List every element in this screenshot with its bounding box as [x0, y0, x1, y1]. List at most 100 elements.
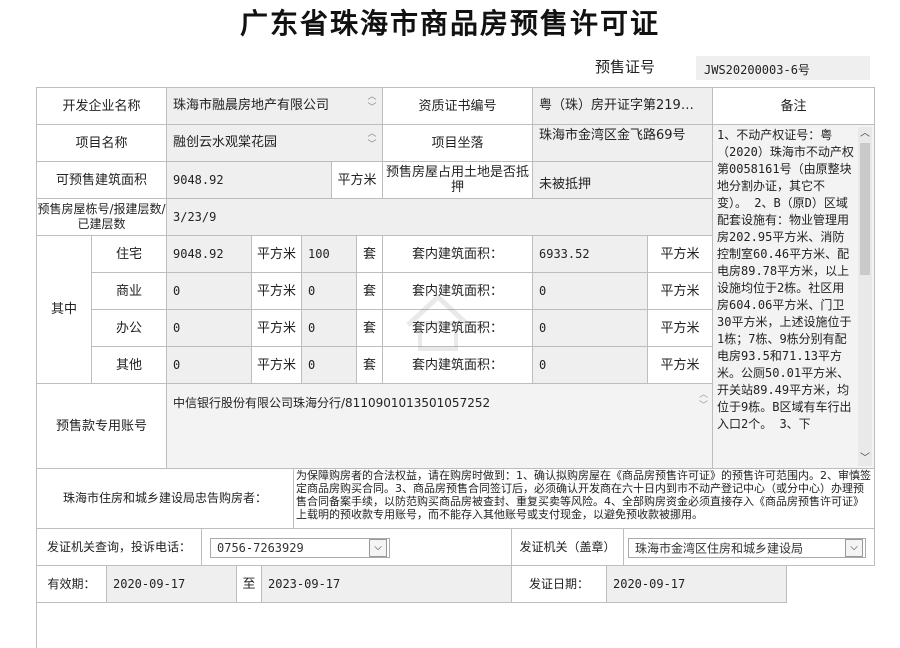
type-sets-field[interactable]: 0 [302, 310, 357, 347]
area-unit: 平方米 [332, 162, 383, 199]
location-label: 项目坐落 [383, 125, 533, 162]
issue-date-field[interactable]: 2020-09-17 [607, 566, 787, 603]
scroll-thumb[interactable] [860, 143, 870, 275]
type-area-value: 0 [173, 358, 181, 372]
query-label: 发证机关查询，投诉电话： [37, 529, 202, 566]
remark-scrollbar[interactable]: ︿ ﹀ [858, 127, 872, 466]
notice-box: 为保障购房者的合法权益，请在购房时做到：1、确认拟购房屋在《商品房预售许可证》的… [294, 469, 875, 529]
project-field[interactable]: 融创云水观棠花园 ︿ ﹀ [167, 125, 383, 162]
inner-area-field[interactable]: 6933.52 [533, 236, 648, 273]
type-sets-unit: 套 [357, 273, 383, 310]
type-sets-unit: 套 [357, 236, 383, 273]
type-label: 住宅 [92, 236, 167, 273]
type-area-field[interactable]: 0 [167, 273, 252, 310]
type-area-value: 9048.92 [173, 247, 224, 261]
developer-value: 珠海市融晨房地产有限公司 [173, 98, 330, 113]
type-area-unit: 平方米 [252, 310, 302, 347]
scroll-up-icon[interactable]: ︿ [858, 127, 872, 141]
cert-field[interactable]: 粤（珠）房开证字第219… [533, 88, 713, 125]
developer-field[interactable]: 珠海市融晨房地产有限公司 ︿ ﹀ [167, 88, 383, 125]
type-label: 商业 [92, 273, 167, 310]
type-sets-field[interactable]: 0 [302, 273, 357, 310]
type-sets-value: 0 [308, 321, 316, 335]
inner-area-field[interactable]: 0 [533, 347, 648, 384]
type-sets-field[interactable]: 100 [302, 236, 357, 273]
cert-value: 粤（珠）房开证字第219… [539, 98, 694, 113]
inner-area-unit: 平方米 [648, 236, 713, 273]
inner-area-value: 0 [539, 321, 547, 335]
issue-date-value: 2020-09-17 [613, 577, 686, 591]
type-label: 其他 [92, 347, 167, 384]
chevron-down-icon[interactable]: ⌵ [845, 539, 863, 557]
type-area-unit: 平方米 [252, 236, 302, 273]
area-field[interactable]: 9048.92 [167, 162, 332, 199]
remark-label: 备注 [713, 88, 875, 125]
inner-area-field[interactable]: 0 [533, 273, 648, 310]
issuer-label: 发证机关（盖章） [512, 529, 624, 566]
type-sets-value: 0 [308, 358, 316, 372]
type-sets-unit: 套 [357, 310, 383, 347]
inner-area-field[interactable]: 0 [533, 310, 648, 347]
type-area-value: 0 [173, 321, 181, 335]
type-label: 办公 [92, 310, 167, 347]
location-value: 珠海市金湾区金飞路69号 [539, 128, 686, 143]
issuer-cell: 珠海市金湾区住房和城乡建设局 ⌵ [624, 529, 875, 566]
inner-area-label: 套内建筑面积： [383, 236, 533, 273]
floors-field[interactable]: 3/23/9 [167, 199, 713, 236]
page-title: 广东省珠海市商品房预售许可证 [239, 7, 660, 40]
valid-from-value: 2020-09-17 [113, 577, 186, 591]
valid-to-value: 2023-09-17 [268, 577, 341, 591]
field-scroll-icon[interactable]: ︿ ﹀ [699, 390, 708, 412]
permit-label: 预售证号 [595, 58, 656, 76]
valid-from-field[interactable]: 2020-09-17 [107, 566, 237, 603]
query-cell: 0756-7263929 ⌵ [202, 529, 512, 566]
account-label: 预售款专用账号 [37, 384, 167, 469]
valid-from-label: 有效期： [37, 566, 107, 603]
issuer-value: 珠海市金湾区住房和城乡建设局 [635, 541, 804, 556]
area-value: 9048.92 [173, 173, 224, 187]
type-area-unit: 平方米 [252, 273, 302, 310]
permit-number-value: JWS20200003-6号 [704, 63, 810, 77]
query-select[interactable]: 0756-7263929 ⌵ [210, 538, 390, 558]
account-field[interactable]: 中信银行股份有限公司珠海分行/8110901013501057252 ︿ ﹀ [167, 384, 713, 469]
inner-area-value: 0 [539, 358, 547, 372]
permit-number-field[interactable]: JWS20200003-6号 [696, 56, 870, 80]
developer-label: 开发企业名称 [37, 88, 167, 125]
type-sets-field[interactable]: 0 [302, 347, 357, 384]
inner-area-value: 6933.52 [539, 247, 590, 261]
issue-date-label: 发证日期： [512, 566, 607, 603]
scroll-down-icon[interactable]: ﹀ [858, 452, 872, 466]
inner-area-value: 0 [539, 284, 547, 298]
watermark-logo-icon [406, 293, 470, 351]
chevron-down-icon[interactable]: ⌵ [369, 539, 387, 557]
breakdown-group-label: 其中 [37, 236, 92, 384]
remark-text: 1、不动产权证号：粤（2020）珠海市不动产权第0058161号（由原整块地分割… [717, 128, 854, 431]
type-area-field[interactable]: 0 [167, 310, 252, 347]
remark-textarea[interactable]: 1、不动产权证号：粤（2020）珠海市不动产权第0058161号（由原整块地分割… [713, 125, 875, 469]
mortgage-label: 预售房屋占用土地是否抵押 [383, 162, 533, 199]
type-sets-unit: 套 [357, 347, 383, 384]
query-value: 0756-7263929 [217, 541, 304, 555]
type-area-value: 0 [173, 284, 181, 298]
project-label: 项目名称 [37, 125, 167, 162]
location-field[interactable]: 珠海市金湾区金飞路69号 [533, 125, 713, 162]
field-scroll-icon[interactable]: ︿ ﹀ [366, 129, 378, 159]
type-area-field[interactable]: 0 [167, 347, 252, 384]
type-sets-value: 0 [308, 284, 316, 298]
type-area-unit: 平方米 [252, 347, 302, 384]
valid-to-label: 至 [237, 566, 262, 603]
mortgage-field[interactable]: 未被抵押 [533, 162, 713, 199]
type-area-field[interactable]: 9048.92 [167, 236, 252, 273]
floors-value: 3/23/9 [173, 210, 217, 224]
type-sets-value: 100 [308, 247, 330, 261]
permit-form: 开发企业名称 珠海市融晨房地产有限公司 ︿ ﹀ 资质证书编号 粤（珠）房开证字第2… [36, 87, 875, 648]
mortgage-value: 未被抵押 [539, 177, 592, 192]
inner-area-unit: 平方米 [648, 273, 713, 310]
inner-area-unit: 平方米 [648, 347, 713, 384]
field-scroll-icon[interactable]: ︿ ﹀ [366, 92, 378, 122]
issuer-select[interactable]: 珠海市金湾区住房和城乡建设局 ⌵ [628, 538, 866, 558]
inner-area-unit: 平方米 [648, 310, 713, 347]
cert-label: 资质证书编号 [383, 88, 533, 125]
valid-to-field[interactable]: 2023-09-17 [262, 566, 512, 603]
notice-text: 为保障购房者的合法权益，请在购房时做到：1、确认拟购房屋在《商品房预售许可证》的… [296, 469, 871, 521]
